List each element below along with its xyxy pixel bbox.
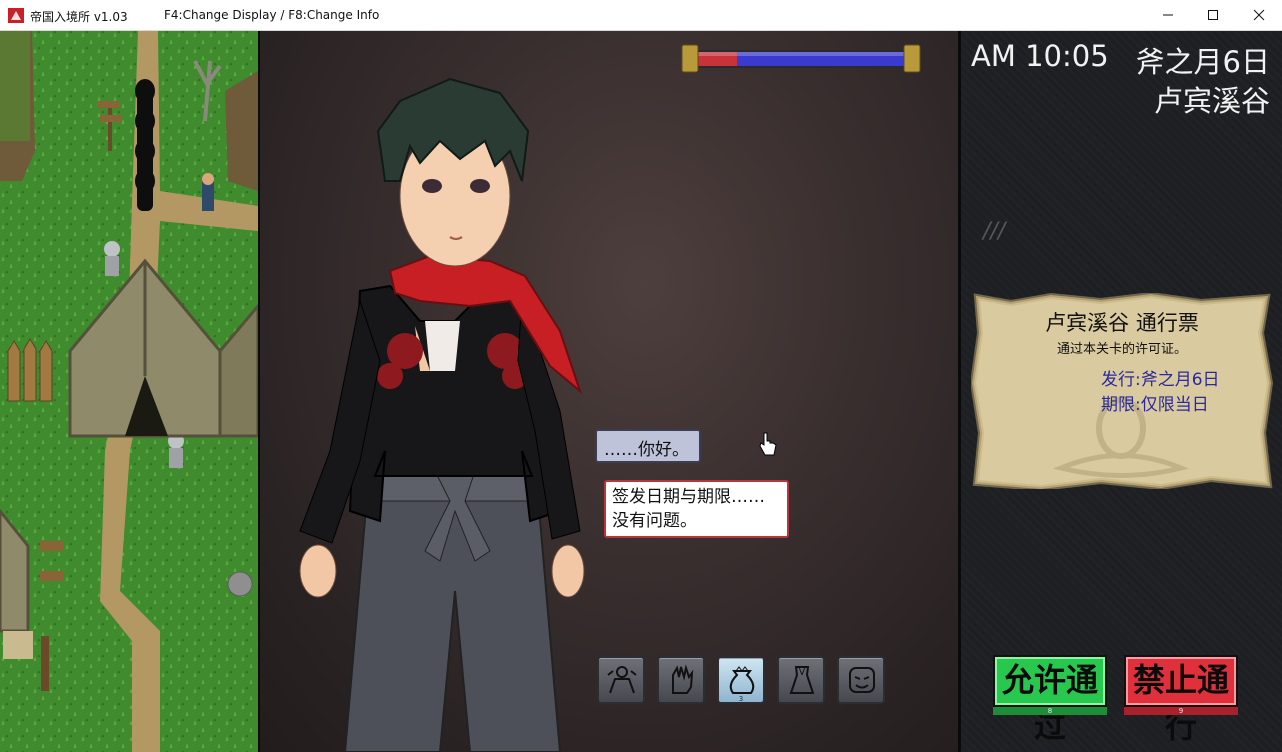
bag-icon [729,666,755,694]
deny-button[interactable]: 禁止通行 [1124,655,1238,745]
approve-button[interactable]: 允许通过 [993,655,1107,745]
pass-title: 卢宾溪谷 通行票 [1045,311,1199,335]
close-icon [1253,9,1265,21]
hand-cursor-icon [759,432,777,456]
face-action-button[interactable] [837,656,885,704]
deny-hotkey: 9 [1124,707,1238,715]
traveler-portrait [299,77,585,752]
bag-action-button[interactable]: 3 [717,656,765,704]
pass-expiry: 期限:仅限当日 [1101,395,1209,415]
player-speech-line-1: 签发日期与期限…… [612,487,765,507]
mask-icon [849,667,875,693]
clothes-action-button[interactable] [777,656,825,704]
hotkey-hint: F4:Change Display / F8:Change Info [164,8,380,22]
app-icon [8,8,24,23]
close-button[interactable] [1236,0,1282,30]
pass-description: 通过本关卡的许可证。 [1056,342,1187,357]
player-speech-bubble: 签发日期与期限…… 没有问题。 [604,480,789,538]
minimize-button[interactable] [1145,0,1191,30]
glove-action-button[interactable] [657,656,705,704]
gesture-icon [607,666,637,694]
clothes-icon [789,666,815,694]
player-speech-line-2: 没有问题。 [612,511,697,531]
pass-issue-date: 发行:斧之月6日 [1101,370,1220,390]
game-date: 斧之月6日 [1135,45,1270,79]
traveler-speech-text: ……你好。 [604,440,689,460]
traveler-speech-bubble: ……你好。 [595,429,701,463]
tally-marks: /// [983,219,1006,244]
map-scene [0,31,258,752]
inspection-stage: ……你好。 签发日期与期限…… 没有问题。 3 [260,31,958,752]
bag-action-count: 3 [738,695,744,703]
game-clock: AM 10:05 [971,39,1109,73]
approve-hotkey: 8 [993,707,1107,715]
gesture-action-button[interactable] [597,656,645,704]
window-title: 帝国入境所 v1.03 [30,10,128,24]
travel-pass-document[interactable]: 卢宾溪谷 通行票 通过本关卡的许可证。 发行:斧之月6日 期限:仅限当日 [971,293,1273,489]
maximize-button[interactable] [1190,0,1236,30]
minimize-icon [1163,14,1173,16]
glove-icon [672,664,694,694]
checkpoint-location: 卢宾溪谷 [1153,84,1270,118]
window-titlebar: 帝国入境所 v1.03 F4:Change Display / F8:Chang… [0,0,1282,31]
maximize-icon [1208,10,1218,20]
info-panel: AM 10:05 斧之月6日 卢宾溪谷 /// 卢宾溪谷 通行票 通过本关卡的许… [961,31,1282,752]
overworld-map[interactable] [0,31,258,752]
